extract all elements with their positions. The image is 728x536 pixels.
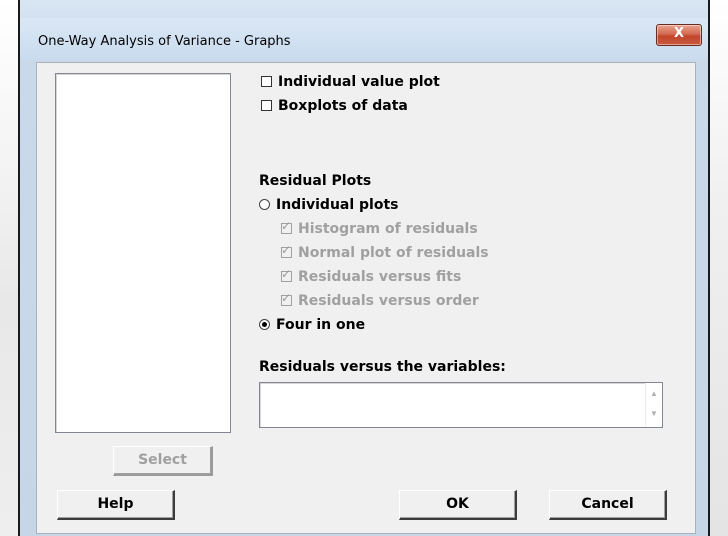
histogram-of-residuals-label: Histogram of residuals: [298, 221, 478, 237]
residuals-versus-order-checkbox[interactable]: ✓ Residuals versus order: [281, 291, 479, 309]
individual-value-plot-checkbox[interactable]: Individual value plot: [261, 74, 440, 90]
background-window-right: [710, 0, 728, 536]
checkmark-icon: ✓: [281, 267, 292, 282]
checkbox-icon: [261, 100, 272, 111]
dialog-window: One-Way Analysis of Variance - Graphs X …: [20, 0, 708, 536]
residuals-versus-fits-label: Residuals versus fits: [298, 269, 462, 285]
window-title: One-Way Analysis of Variance - Graphs: [38, 34, 291, 49]
vertical-scrollbar[interactable]: ▲ ▼: [645, 383, 662, 427]
checkbox-icon: [261, 76, 272, 87]
variables-listbox[interactable]: [55, 73, 231, 433]
four-in-one-radio[interactable]: Four in one: [259, 317, 365, 333]
ok-button[interactable]: OK: [399, 490, 517, 520]
residuals-versus-order-label: Residuals versus order: [298, 293, 479, 309]
boxplots-of-data-checkbox[interactable]: Boxplots of data: [261, 98, 408, 114]
radio-selected-icon: [259, 319, 270, 330]
residuals-vs-variables-label: Residuals versus the variables:: [259, 359, 506, 375]
boxplots-of-data-label: Boxplots of data: [278, 98, 408, 114]
residual-plots-heading: Residual Plots: [259, 173, 372, 189]
cancel-button[interactable]: Cancel: [549, 490, 667, 520]
radio-icon: [259, 199, 270, 210]
checkmark-icon: ✓: [281, 243, 292, 258]
checkmark-icon: ✓: [281, 291, 292, 306]
scroll-down-icon[interactable]: ▼: [649, 409, 659, 418]
individual-value-plot-label: Individual value plot: [278, 74, 440, 90]
four-in-one-label: Four in one: [276, 317, 366, 333]
help-button[interactable]: Help: [57, 490, 175, 520]
close-button[interactable]: X: [656, 24, 702, 46]
individual-plots-radio[interactable]: Individual plots: [259, 197, 399, 213]
dialog-client-area: Individual value plot Boxplots of data R…: [36, 62, 696, 534]
normal-plot-of-residuals-checkbox[interactable]: ✓ Normal plot of residuals: [281, 243, 489, 261]
normal-plot-of-residuals-label: Normal plot of residuals: [298, 245, 489, 261]
histogram-of-residuals-checkbox[interactable]: ✓ Histogram of residuals: [281, 219, 478, 237]
residuals-vs-variables-input[interactable]: ▲ ▼: [259, 382, 663, 428]
background-border-right: [708, 0, 710, 536]
background-window-left: [0, 0, 18, 536]
individual-plots-label: Individual plots: [276, 197, 399, 213]
scroll-up-icon[interactable]: ▲: [649, 389, 659, 398]
residuals-versus-fits-checkbox[interactable]: ✓ Residuals versus fits: [281, 267, 462, 285]
checkmark-icon: ✓: [281, 219, 292, 234]
close-icon: X: [673, 26, 685, 41]
select-button[interactable]: Select: [113, 446, 213, 476]
